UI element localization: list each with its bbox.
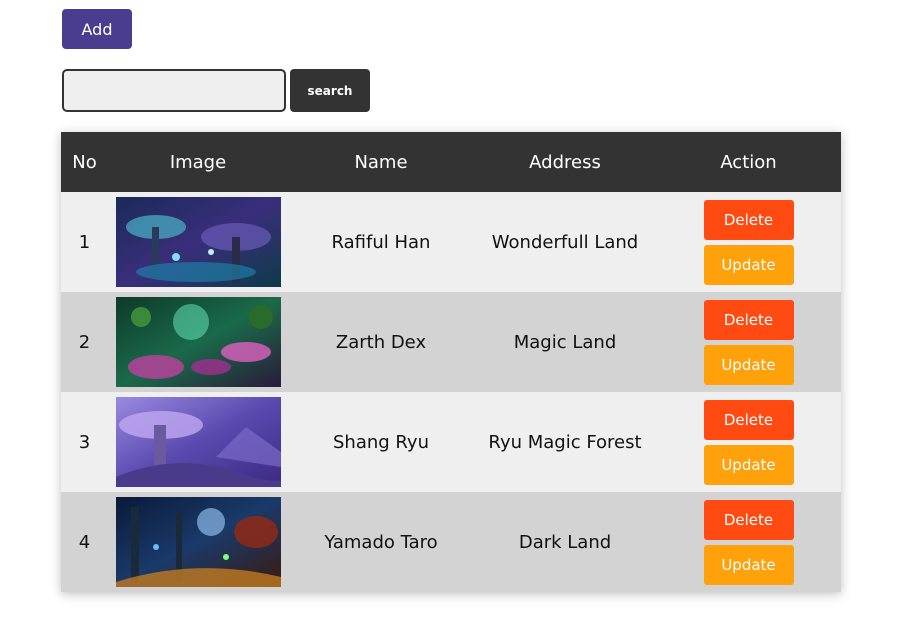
delete-button[interactable]: Delete (703, 399, 794, 440)
update-button[interactable]: Update (703, 444, 794, 485)
column-header-address: Address (529, 151, 601, 173)
search-input[interactable] (62, 69, 286, 112)
address-cell: Wonderfull Land (491, 231, 639, 253)
column-header-action: Action (720, 151, 777, 173)
row-number: 1 (78, 231, 91, 253)
delete-button[interactable]: Delete (703, 499, 794, 540)
name-cell: Shang Ryu (332, 431, 429, 453)
fantasy-forest-image (115, 197, 281, 287)
name-cell: Zarth Dex (335, 331, 427, 353)
dark-forest-image (115, 497, 281, 587)
table-header-row: No Image Name Address Action (61, 132, 841, 192)
update-button[interactable]: Update (703, 244, 794, 285)
delete-button[interactable]: Delete (703, 199, 794, 240)
address-cell: Magic Land (513, 331, 617, 353)
purple-mushroom-image (115, 397, 281, 487)
delete-button[interactable]: Delete (703, 299, 794, 340)
update-button[interactable]: Update (703, 544, 794, 585)
update-button[interactable]: Update (703, 344, 794, 385)
mushroom-land-image (115, 297, 281, 387)
row-number: 2 (78, 331, 91, 353)
search-button[interactable]: search (290, 69, 370, 112)
row-number: 4 (78, 531, 91, 553)
column-header-image: Image (169, 151, 227, 173)
table-row: 1 Rafiful Han Wonderfull Land Delete Upd… (61, 192, 841, 292)
column-header-name: Name (354, 151, 408, 173)
page: Add search No Image Name Address Action (0, 0, 898, 628)
name-cell: Yamado Taro (324, 531, 438, 553)
row-number: 3 (78, 431, 91, 453)
table-row: 2 Zarth Dex Magic Land Delete Update (61, 292, 841, 392)
table-row: 4 Yamado Taro Dark Land Delete Update (61, 492, 841, 592)
name-cell: Rafiful Han (331, 231, 431, 253)
column-header-no: No (72, 151, 97, 173)
address-cell: Dark Land (518, 531, 612, 553)
data-table: No Image Name Address Action 1 Rafiful H… (61, 132, 841, 592)
address-cell: Ryu Magic Forest (488, 431, 642, 453)
table-row: 3 Shang Ryu Ryu Magic Forest Delete Upda… (61, 392, 841, 492)
add-button[interactable]: Add (62, 9, 132, 49)
